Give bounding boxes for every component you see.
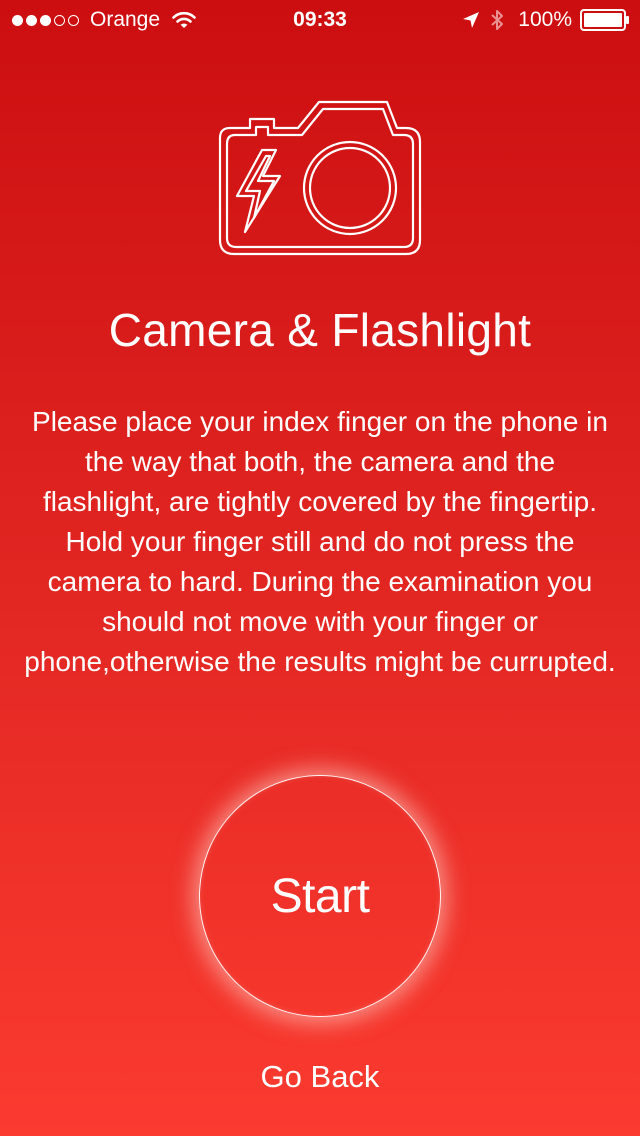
status-right: 100% (462, 0, 630, 40)
bluetooth-icon (490, 9, 504, 31)
page-title: Camera & Flashlight (108, 304, 532, 356)
go-back-link[interactable]: Go Back (0, 1055, 640, 1099)
camera-flash-icon (218, 98, 422, 256)
start-button[interactable]: Start (199, 775, 441, 1017)
start-button-label: Start (270, 869, 370, 923)
status-bar: Orange 09:33 100% (0, 0, 640, 40)
battery-percentage: 100% (518, 8, 572, 31)
camera-instructions-screen: Orange 09:33 100% Camera & Flashlight Pl… (0, 0, 640, 1136)
location-arrow-icon (462, 11, 480, 29)
instructions-text: Please place your index finger on the ph… (24, 406, 616, 677)
battery-icon (580, 9, 630, 31)
